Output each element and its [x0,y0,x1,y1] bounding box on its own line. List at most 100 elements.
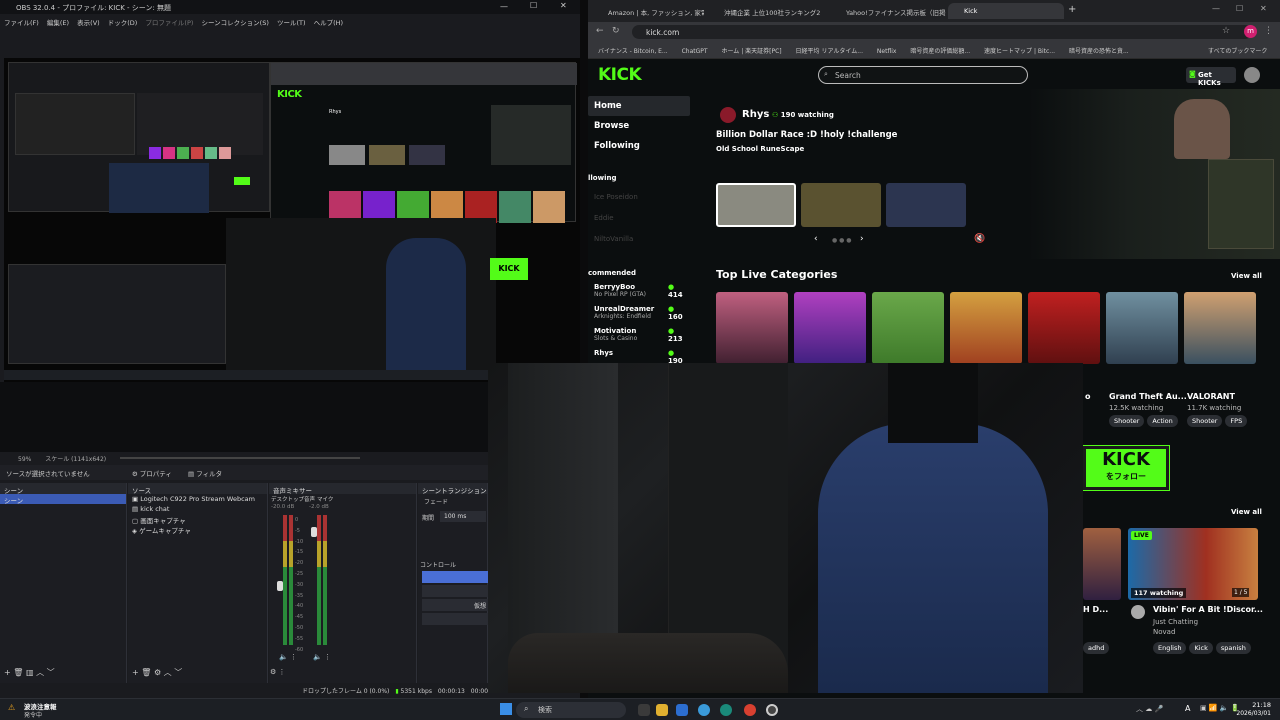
stream-thumbnail[interactable] [1083,528,1121,600]
menu-dots-icon[interactable]: ⋮ [324,653,331,661]
clock-date[interactable]: 2026/03/01 [1235,710,1271,717]
featured-category[interactable]: Old School RuneScape [716,145,804,153]
bookmark-item[interactable]: 日経平均 リアルタイム... [796,48,863,55]
streamer-avatar[interactable] [1131,605,1145,619]
bookmark-item[interactable]: 暗号資産の評価総額... [910,48,970,55]
chevron-left-icon[interactable]: ‹ [814,234,818,244]
recommended-channel[interactable]: BerryyBoo No Pixel RP (GTA) ● 414 [594,283,688,299]
source-item[interactable]: ▢ 画面キャプチャ [128,514,267,525]
category-tag[interactable]: Shooter [1109,415,1145,427]
menu-file[interactable]: ファイル(F) [4,19,39,27]
category-card[interactable] [716,292,788,364]
kick-logo[interactable]: KICK [598,65,642,85]
tab-amazon[interactable]: Amazon | 本, ファッション, 家電から [592,3,704,19]
stream-category[interactable]: Just Chatting [1153,618,1198,626]
stream-thumbnail[interactable]: LIVE 117 watching 1 / 5 [1128,528,1258,600]
stream-tag[interactable]: spanish [1215,642,1251,654]
down-icon[interactable]: ﹀ [47,668,55,677]
recommended-channel[interactable]: Motivation Slots & Casino ● 213 [594,327,688,343]
following-channel[interactable]: NiltoVanilla [594,235,633,243]
delete-icon[interactable]: 🗑 [13,668,23,677]
bookmark-item[interactable]: Netflix [877,48,897,55]
minimize-icon[interactable]: — [500,2,508,11]
bookmark-item[interactable]: 暗号資産の恐怖と貪... [1069,48,1129,55]
tray-icons[interactable]: ︿ ☁ 🎤 [1136,704,1163,714]
featured-streamer[interactable]: Rhys [742,109,769,120]
copilot-icon[interactable] [698,704,710,716]
category-name[interactable]: Grand Theft Au... [1109,392,1187,401]
stream-tag[interactable]: Kick [1189,642,1213,654]
studio-mode-button[interactable] [422,613,488,625]
category-tag[interactable]: Action [1147,415,1178,427]
bookmark-item[interactable]: 速度ヒートマップ | Bitc... [984,48,1055,55]
clock-time[interactable]: 21:18 [1241,701,1271,709]
menu-tools[interactable]: ツール(T) [277,19,306,27]
bookmark-item[interactable]: ChatGPT [682,48,708,55]
minimize-icon[interactable]: — [1212,4,1220,13]
down-icon[interactable]: ﹀ [174,668,182,677]
properties-button[interactable]: ⚙ プロパティ [132,470,172,478]
edge-icon[interactable] [720,704,732,716]
get-kicks-button[interactable]: ◙ Get KICKs [1186,67,1236,87]
scene-item[interactable]: シーン [0,494,126,505]
following-channel[interactable]: Ice Poseidon [594,193,638,201]
source-item[interactable]: ▣ Logitech C922 Pro Stream Webcam [128,494,267,504]
maximize-icon[interactable]: ☐ [1236,4,1243,13]
category-card[interactable] [872,292,944,364]
stream-streamer[interactable]: Novad [1153,628,1175,636]
obs-icon[interactable] [766,704,778,716]
maximize-icon[interactable]: ☐ [530,1,537,10]
recommended-channel[interactable]: Rhys ● 190 [594,349,688,365]
featured-video[interactable] [1028,89,1280,259]
profile-avatar[interactable]: m [1244,25,1257,38]
menu-dots-icon[interactable]: ⋮ [1264,26,1273,36]
chevron-right-icon[interactable]: › [860,234,864,244]
add-icon[interactable]: + [132,668,139,677]
carousel-thumb[interactable] [801,183,881,227]
streamer-avatar[interactable] [720,107,736,123]
menu-help[interactable]: ヘルプ(H) [314,19,343,27]
bookmark-item[interactable]: バイナンス - Bitcoin, E... [598,48,668,55]
stream-tag[interactable]: adhd [1083,642,1110,654]
start-streaming-button[interactable] [422,571,488,583]
category-name[interactable]: o [1085,392,1091,401]
nav-following[interactable]: Following [594,141,640,151]
category-card[interactable] [950,292,1022,364]
gear-icon[interactable]: ⚙ [154,668,161,677]
desktop-volume-slider[interactable] [277,581,283,591]
category-card[interactable] [1184,292,1256,364]
category-card[interactable] [1106,292,1178,364]
mixer-menu-icon[interactable]: ⚙ ⋮ [270,668,286,676]
ime-indicator[interactable]: A [1185,704,1190,713]
mute-icon[interactable]: 🔇 [974,234,985,244]
all-bookmarks[interactable]: すべてのブックマーク [1208,46,1267,55]
weather-icon[interactable]: ⚠ [8,703,15,712]
stream-title[interactable]: Vibin' For A Bit !Discor... [1153,605,1263,614]
tab-yahoo[interactable]: Yahoo!ファイナンス掲示板（旧掲示 [830,3,946,19]
add-icon[interactable]: + [4,668,11,677]
chrome-icon[interactable] [744,704,756,716]
duration-input[interactable]: 100 ms [440,511,486,522]
obs-preview[interactable]: KICK Rhys KICK [4,58,580,382]
system-icons[interactable]: ▣ 📶 🔈 🔋 [1200,704,1239,712]
close-icon[interactable]: ✕ [1260,4,1267,13]
menu-view[interactable]: 表示(V) [77,19,100,27]
tab-okinawa[interactable]: 沖縄企業 上位100社ランキング2 [708,3,826,19]
carousel-thumb[interactable] [716,183,796,227]
source-item[interactable]: ◈ ゲームキャプチャ [128,524,267,535]
category-tag[interactable]: FPS [1225,415,1248,427]
speaker-icon[interactable]: 🔈 [279,653,288,661]
search-input[interactable]: ⌕ Search [818,66,1028,84]
filter-icon[interactable]: ▥ [26,668,34,677]
virtual-camera-button[interactable]: 仮想 [422,599,488,611]
category-tag[interactable]: Shooter [1187,415,1223,427]
task-view-icon[interactable] [638,704,650,716]
carousel-thumb[interactable] [886,183,966,227]
filters-button[interactable]: ▤ フィルタ [188,470,222,478]
bookmark-item[interactable]: ホーム | 楽天証券[PC] [721,48,781,55]
category-card[interactable] [1028,292,1100,364]
recommended-channel[interactable]: UnrealDreamer Arknights: Endfield ● 160 [594,305,688,321]
start-recording-button[interactable] [422,585,488,597]
back-icon[interactable]: ← [596,26,604,36]
nav-home[interactable]: Home [594,101,622,111]
